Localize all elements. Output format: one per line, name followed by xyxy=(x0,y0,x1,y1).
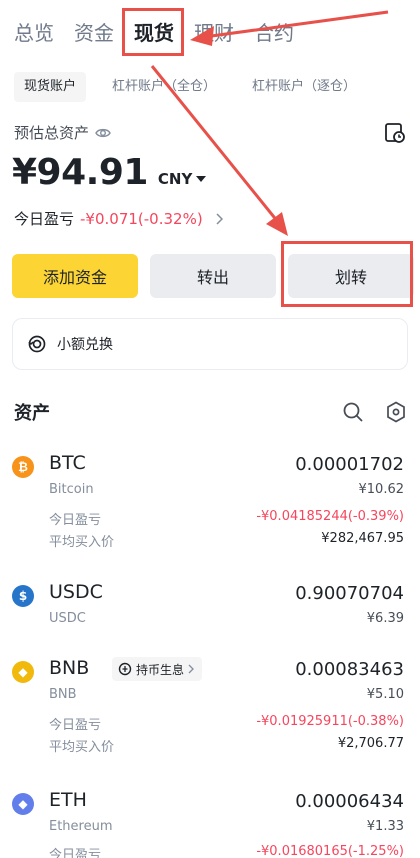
currency-selector[interactable]: CNY xyxy=(157,170,207,188)
asset-name: BNB xyxy=(49,687,77,702)
tab-overview[interactable]: 总览 xyxy=(14,17,54,46)
asset-name: Ethereum xyxy=(49,819,113,834)
tab-futures[interactable]: 合约 xyxy=(254,17,294,46)
tab-earn[interactable]: 理财 xyxy=(194,17,234,46)
tab-funding[interactable]: 资金 xyxy=(74,17,114,46)
asset-avg-price-label: 平均买入价 xyxy=(49,535,115,550)
annotation-highlight-spot-tab xyxy=(122,8,184,56)
asset-pnl-label: 今日盈亏 xyxy=(49,718,102,733)
today-pnl-row[interactable]: 今日盈亏 -¥0.071(-0.32%) xyxy=(14,208,223,229)
convert-icon xyxy=(28,335,46,353)
search-icon[interactable] xyxy=(342,401,364,423)
coin-earn-icon xyxy=(118,662,132,676)
annotation-highlight-transfer xyxy=(281,241,413,307)
caret-down-icon xyxy=(196,176,207,182)
subtab-cross-margin[interactable]: 杠杆账户（全仓） xyxy=(102,72,226,102)
add-funds-button[interactable]: 添加资金 xyxy=(12,254,138,298)
asset-symbol: BTC xyxy=(49,452,86,474)
asset-row-usdc[interactable]: $ USDC USDC 0.90070704 ¥6.39 xyxy=(12,581,408,631)
today-pnl-label: 今日盈亏 xyxy=(14,210,75,228)
subtab-spot-account[interactable]: 现货账户 xyxy=(14,72,87,102)
earn-tag[interactable]: 持币生息 xyxy=(112,657,203,681)
chevron-right-icon xyxy=(216,212,223,225)
asset-row-btc[interactable]: ₿ BTC Bitcoin 0.00001702 ¥10.62 今日盈亏 -¥0… xyxy=(12,452,408,552)
asset-avg-price-label: 平均买入价 xyxy=(49,740,115,755)
earn-tag-label: 持币生息 xyxy=(136,662,185,677)
small-convert-button[interactable]: 小额兑换 xyxy=(12,318,408,370)
asset-amount: 0.00001702 xyxy=(295,454,404,475)
estimated-balance-label: 预估总资产 xyxy=(14,124,90,142)
bitcoin-icon: ₿ xyxy=(12,456,34,478)
account-sub-tabs: 现货账户 杠杆账户（全仓） 杠杆账户（逐仓） xyxy=(14,72,382,102)
eye-icon[interactable] xyxy=(95,125,111,141)
asset-amount: 0.90070704 xyxy=(295,583,404,604)
asset-name: USDC xyxy=(49,611,86,626)
asset-row-eth[interactable]: ◆ ETH Ethereum 0.00006434 ¥1.33 今日盈亏 -¥0… xyxy=(12,789,408,858)
chevron-right-icon xyxy=(188,664,194,674)
asset-pnl-label: 今日盈亏 xyxy=(49,513,102,528)
currency-label: CNY xyxy=(157,170,193,188)
asset-amount: 0.00083463 xyxy=(295,659,404,680)
small-convert-label: 小额兑换 xyxy=(57,337,113,353)
assets-header: 资产 xyxy=(14,398,406,426)
asset-avg-price-value: ¥2,706.77 xyxy=(337,736,404,751)
history-icon[interactable] xyxy=(384,122,406,144)
settings-hexagon-icon[interactable] xyxy=(386,401,406,423)
asset-fiat-value: ¥1.33 xyxy=(366,819,404,834)
asset-fiat-value: ¥10.62 xyxy=(358,482,405,497)
asset-pnl-value: -¥0.01925911(-0.38%) xyxy=(256,714,404,729)
today-pnl-value: -¥0.071(-0.32%) xyxy=(80,209,203,228)
assets-title: 资产 xyxy=(14,403,50,424)
balance-display: ¥94.91 CNY xyxy=(12,152,207,193)
bnb-icon: ◆ xyxy=(12,661,34,683)
asset-amount: 0.00006434 xyxy=(295,791,404,812)
asset-symbol: USDC xyxy=(49,581,103,603)
usdc-icon: $ xyxy=(12,585,34,607)
asset-name: Bitcoin xyxy=(49,482,94,497)
asset-symbol: BNB xyxy=(49,657,90,679)
asset-fiat-value: ¥6.39 xyxy=(366,611,404,626)
asset-fiat-value: ¥5.10 xyxy=(366,687,404,702)
asset-symbol: ETH xyxy=(49,789,87,811)
asset-pnl-value: -¥0.01680165(-1.25%) xyxy=(256,844,404,858)
asset-avg-price-value: ¥282,467.95 xyxy=(321,531,404,546)
asset-row-bnb[interactable]: ◆ BNB 持币生息 BNB 0.00083463 ¥5.10 今日盈亏 -¥0… xyxy=(12,657,408,757)
balance-value: ¥94.91 xyxy=(12,152,148,193)
estimated-balance-label-row: 预估总资产 xyxy=(14,122,111,143)
subtab-isolated-margin[interactable]: 杠杆账户（逐仓） xyxy=(242,72,366,102)
ethereum-icon: ◆ xyxy=(12,793,34,815)
withdraw-button[interactable]: 转出 xyxy=(150,254,276,298)
assets-tools xyxy=(342,401,406,423)
asset-pnl-label: 今日盈亏 xyxy=(49,848,102,858)
asset-pnl-value: -¥0.04185244(-0.39%) xyxy=(256,509,404,524)
